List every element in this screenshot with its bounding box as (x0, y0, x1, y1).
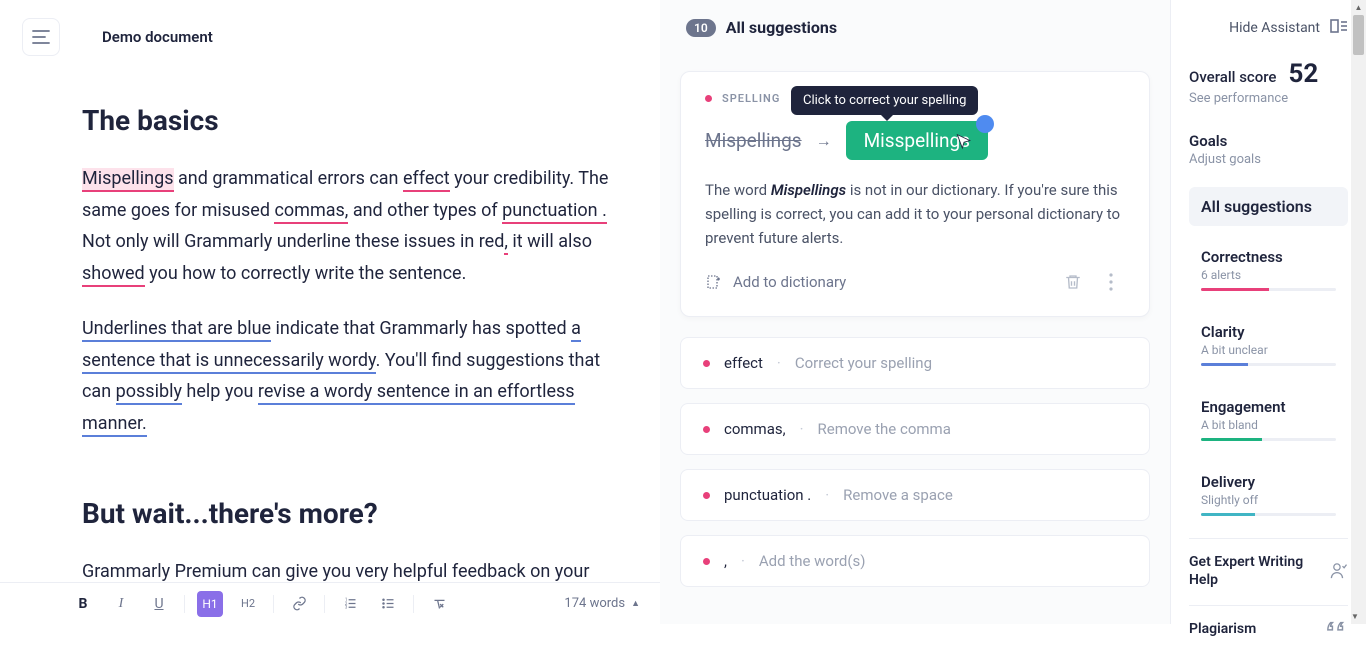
suggestion-item[interactable]: effect · Correct your spelling (680, 337, 1150, 389)
document-title[interactable]: Demo document (102, 28, 213, 46)
link-button[interactable] (286, 591, 312, 617)
separator (184, 595, 185, 613)
suggestion-item[interactable]: , · Add the word(s) (680, 535, 1150, 587)
collapse-icon[interactable] (1330, 18, 1348, 37)
dismiss-button[interactable] (1059, 268, 1087, 296)
error-punctuation[interactable]: punctuation . (502, 200, 607, 224)
red-dot-icon (705, 95, 712, 102)
category-label: SPELLING (722, 92, 780, 105)
separator (324, 595, 325, 613)
clear-format-button[interactable] (426, 591, 452, 617)
underline-button[interactable]: U (146, 591, 172, 617)
filter-all-suggestions[interactable]: All suggestions (1189, 187, 1348, 226)
add-to-dictionary-button[interactable]: Add to dictionary (705, 273, 846, 291)
notification-dot-icon (976, 115, 994, 133)
see-performance-link[interactable]: See performance (1189, 91, 1348, 106)
scroll-thumb[interactable] (1353, 15, 1364, 55)
separator (413, 595, 414, 613)
filter-delivery[interactable]: Delivery Slightly off (1189, 463, 1348, 526)
red-dot-icon (703, 426, 710, 433)
suggestion-item[interactable]: punctuation . · Remove a space (680, 469, 1150, 521)
heading-more: But wait...there's more? (82, 489, 612, 538)
error-mispellings[interactable]: Mispellings (82, 168, 174, 192)
error-effect[interactable]: effect (403, 168, 450, 192)
suggestions-title: All suggestions (726, 18, 837, 37)
clarity-possibly[interactable]: possibly (116, 381, 182, 405)
editor[interactable]: The basics Mispellings and grammatical e… (22, 96, 632, 624)
scroll-down-icon[interactable]: ▼ (1351, 609, 1359, 624)
active-suggestion-card: SPELLING Click to correct your spelling … (680, 71, 1150, 317)
quote-icon (1326, 620, 1348, 638)
filter-correctness[interactable]: Correctness 6 alerts (1189, 238, 1348, 301)
format-toolbar: B I U H1 H2 123 174 words▲ (0, 582, 660, 624)
more-button[interactable] (1097, 268, 1125, 296)
clarity-period[interactable]: . (142, 413, 147, 437)
more-icon (1109, 273, 1113, 291)
clarity-underlines[interactable]: Underlines that are blue (82, 318, 271, 342)
separator (273, 595, 274, 613)
bullet-list-button[interactable] (375, 591, 401, 617)
arrow-icon: → (816, 131, 832, 151)
suggestion-count-badge: 10 (686, 19, 716, 37)
paragraph-1: Mispellings and grammatical errors can e… (82, 163, 612, 289)
red-dot-icon (703, 558, 710, 565)
browser-scrollbar[interactable]: ▲ ▼ (1351, 0, 1366, 624)
adjust-goals-link[interactable]: Adjust goals (1189, 152, 1348, 167)
scroll-up-icon[interactable]: ▲ (1351, 0, 1366, 15)
paragraph-2: Underlines that are blue indicate that G… (82, 313, 612, 439)
heading-basics: The basics (82, 96, 612, 145)
h1-button[interactable]: H1 (197, 591, 223, 617)
suggestion-description: The word Mispellings is not in our dicti… (705, 178, 1125, 250)
score-label: Overall score (1189, 68, 1276, 86)
bold-button[interactable]: B (70, 591, 96, 617)
menu-button[interactable] (22, 18, 60, 56)
score-value: 52 (1288, 59, 1318, 89)
svg-text:3: 3 (344, 606, 347, 611)
apply-correction-button[interactable]: Misspellings (846, 121, 988, 160)
correction-tooltip: Click to correct your spelling (791, 86, 978, 115)
expert-help-link[interactable]: Get Expert Writing Help (1189, 538, 1348, 599)
error-commas[interactable]: commas, (274, 200, 348, 224)
filter-engagement[interactable]: Engagement A bit bland (1189, 388, 1348, 451)
trash-icon (1064, 273, 1082, 291)
suggestion-item[interactable]: commas, · Remove the comma (680, 403, 1150, 455)
filter-clarity[interactable]: Clarity A bit unclear (1189, 313, 1348, 376)
word-count[interactable]: 174 words▲ (564, 596, 640, 611)
red-dot-icon (703, 360, 710, 367)
red-dot-icon (703, 492, 710, 499)
italic-button[interactable]: I (108, 591, 134, 617)
hide-assistant-button[interactable]: Hide Assistant (1229, 20, 1320, 36)
error-showed[interactable]: showed (82, 263, 145, 287)
numbered-list-button[interactable]: 123 (337, 591, 363, 617)
dictionary-add-icon (705, 273, 723, 291)
goals-title: Goals (1189, 132, 1348, 150)
cursor-icon (954, 133, 974, 153)
h2-button[interactable]: H2 (235, 591, 261, 617)
person-icon (1329, 561, 1348, 581)
plagiarism-link[interactable]: Plagiarism (1189, 605, 1348, 648)
wrong-word: Mispellings (705, 129, 802, 152)
